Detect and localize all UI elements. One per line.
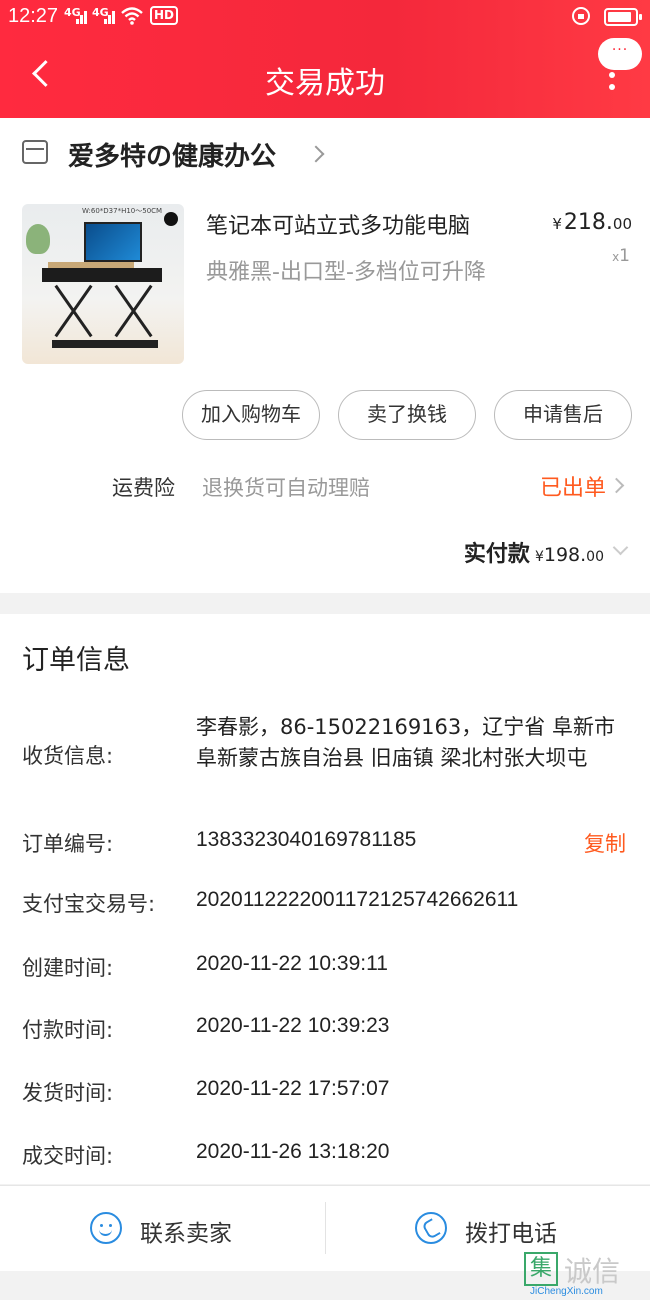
- phone-icon: [415, 1212, 447, 1244]
- paid-integer: 198.: [543, 544, 587, 566]
- chevron-down-icon[interactable]: [612, 539, 629, 556]
- page-title: 交易成功: [265, 66, 385, 101]
- order-number-value: 1383323040169781185: [196, 828, 417, 851]
- product-image[interactable]: W:60*D37*H10～50CM: [22, 204, 184, 364]
- shop-icon: [22, 140, 48, 164]
- paid-decimal: 00: [586, 549, 604, 565]
- hd-badge: HD: [150, 6, 179, 25]
- closed-time-value: 2020-11-26 13:18:20: [196, 1140, 390, 1163]
- shipped-time-label: 发货时间:: [22, 1081, 114, 1105]
- chat-smile-icon: [90, 1212, 122, 1244]
- status-time: 12:27: [8, 5, 59, 27]
- address-value: 李春影，86-15022169163，辽宁省 阜新市 阜新蒙古族自治县 旧庙镇 …: [196, 715, 615, 770]
- quantity-value: 1: [619, 246, 630, 266]
- desk-base: [52, 340, 158, 348]
- signal-icon-2: [104, 8, 118, 24]
- paid-time-value: 2020-11-22 10:39:23: [196, 1014, 390, 1037]
- battery-icon: [604, 8, 642, 26]
- resell-button[interactable]: 卖了换钱: [338, 390, 476, 440]
- price-integer: 218.: [563, 210, 613, 235]
- contact-seller-label: 联系卖家: [140, 1221, 232, 1247]
- rotation-lock-icon: [572, 7, 590, 25]
- desk-top: [42, 268, 162, 282]
- paid-label: 实付款: [463, 542, 530, 567]
- created-time-label: 创建时间:: [22, 956, 114, 980]
- created-time-value: 2020-11-22 10:39:11: [196, 952, 388, 975]
- paid-currency: ¥: [534, 549, 544, 565]
- shop-name: 爱多特の健康办公: [68, 142, 277, 172]
- product-image-size-label: W:60*D37*H10～50CM: [82, 207, 163, 215]
- status-bar: 12:27 4G 4G HD: [0, 0, 650, 34]
- copy-button[interactable]: 复制: [584, 828, 626, 858]
- alipay-label: 支付宝交易号:: [22, 892, 156, 916]
- alipay-value: 2020112222001172125742662611: [196, 888, 519, 911]
- insurance-status-link[interactable]: 已出单: [540, 470, 606, 502]
- call-phone-label: 拨打电话: [465, 1221, 557, 1247]
- more-options-button[interactable]: [602, 60, 622, 96]
- watermark-url: JiChengXin.com: [530, 1286, 603, 1297]
- product-name[interactable]: 笔记本可站立式多功能电脑: [206, 208, 470, 240]
- product-quantity: x1: [612, 246, 630, 266]
- order-card: 爱多特の健康办公 W:60*D37*H10～50CM 笔记本可站立式多功能电脑 …: [0, 118, 650, 593]
- shipped-time-value: 2020-11-22 17:57:07: [196, 1077, 390, 1100]
- paid-amount: ¥198.00: [535, 544, 604, 566]
- after-sale-button[interactable]: 申请售后: [494, 390, 632, 440]
- price-decimal: 00: [612, 215, 632, 233]
- watermark-logo: 集 诚信 JiChengXin.com: [524, 1252, 644, 1298]
- chevron-right-icon[interactable]: [608, 477, 625, 494]
- order-number-label: 订单编号:: [22, 832, 114, 856]
- price-currency: ¥: [552, 215, 562, 233]
- top-header: 12:27 4G 4G HD 交易成功: [0, 0, 650, 118]
- shipping-insurance-desc: 退换货可自动理赔: [202, 476, 370, 500]
- order-info-title: 订单信息: [22, 645, 130, 676]
- closed-time-label: 成交时间:: [22, 1144, 114, 1168]
- wifi-icon: [121, 7, 143, 25]
- plant-decoration: [26, 224, 50, 254]
- laptop-screen: [84, 222, 142, 262]
- shipping-insurance-label: 运费险: [112, 476, 175, 500]
- watermark-text: 诚信: [564, 1255, 621, 1288]
- battery-fill: [608, 12, 631, 22]
- paid-time-label: 付款时间:: [22, 1018, 114, 1042]
- signal-icon: [76, 8, 90, 24]
- watermark-box: 集: [524, 1252, 558, 1286]
- color-dot: [164, 212, 178, 226]
- contact-seller-button[interactable]: 联系卖家: [0, 1186, 325, 1272]
- add-to-cart-button[interactable]: 加入购物车: [182, 390, 320, 440]
- paid-amount-row[interactable]: 实付款 ¥198.00: [464, 536, 604, 568]
- order-info-section: 订单信息 收货信息: 李春影，86-15022169163，辽宁省 阜新市 阜新…: [0, 614, 650, 1184]
- product-spec: 典雅黑-出口型-多档位可升降: [206, 260, 486, 285]
- address-label: 收货信息:: [22, 744, 114, 768]
- chevron-right-icon: [307, 145, 325, 163]
- product-price: ¥218.00: [552, 210, 632, 235]
